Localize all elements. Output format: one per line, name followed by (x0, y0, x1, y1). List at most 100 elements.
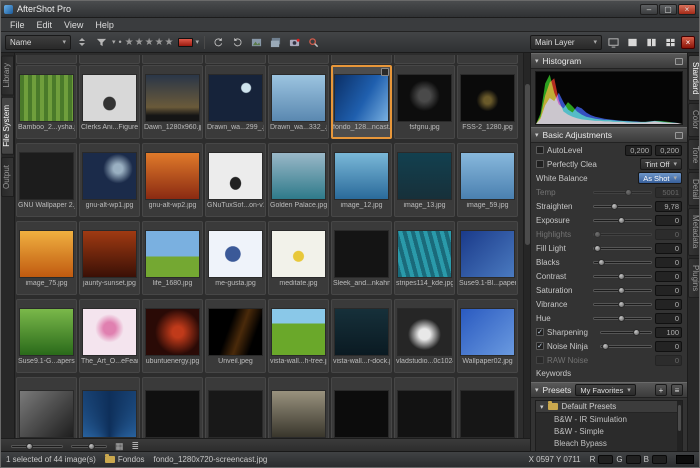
thumbnail-partial[interactable] (330, 375, 393, 438)
thumbnail-partial[interactable] (456, 375, 519, 438)
zoom-level-slider[interactable] (71, 445, 107, 448)
thumbnail-fondo-128-ncast-jpg[interactable]: fondo_128...ncast.jpg (330, 63, 393, 141)
minimize-button[interactable]: – (640, 4, 658, 15)
thumbnail-fsfgnu-jpg[interactable]: fsfgnu.jpg (393, 63, 456, 141)
value-box-vibrance[interactable]: 0 (655, 299, 682, 310)
tree-caret-icon[interactable]: ▾ (540, 403, 544, 411)
thumbnail-image-13-jpg[interactable]: image_13.jpg (393, 141, 456, 219)
thumbnail-suse9-1-bl-papers-jpg[interactable]: Suse9.1-Bl...papers.jpg (456, 219, 519, 297)
right-tab-tone[interactable]: Tone (688, 139, 700, 170)
maximize-button[interactable]: ▢ (659, 4, 677, 15)
right-tab-standard[interactable]: Standard (688, 55, 700, 101)
value-box-temp[interactable]: 5001 (655, 187, 682, 198)
value-box-noise-ninja[interactable]: 0 (655, 341, 682, 352)
layout-single-icon[interactable] (624, 35, 640, 50)
grid-scrollbar[interactable] (523, 53, 530, 438)
menu-item-help[interactable]: Help (89, 20, 120, 30)
value-box-blacks[interactable]: 0 (655, 257, 682, 268)
thumbnail-fss-2-1280-jpg[interactable]: FSS-2_1280.jpg (456, 63, 519, 141)
star-icon[interactable]: ★ (165, 37, 175, 48)
thumbnail-bamboo-2-ysha-jpg[interactable]: Bamboo_2...ysha.jpg (15, 63, 78, 141)
value-box-raw-noise[interactable]: 0 (655, 355, 682, 366)
slider-knob[interactable] (618, 301, 625, 308)
close-view-icon[interactable]: × (681, 36, 695, 49)
slider-knob[interactable] (594, 245, 601, 252)
preset-item-bleach-bypass[interactable]: Bleach Bypass (536, 437, 682, 449)
checkbox-noise-ninja[interactable]: ✓ (536, 342, 544, 350)
preset-folder-default[interactable]: ▾ Default Presets (536, 401, 682, 413)
left-tab-file-system[interactable]: File System (1, 97, 14, 155)
presets-favorites-dropdown[interactable]: My Favorites ▾ (575, 384, 635, 396)
slider-knob[interactable] (618, 273, 625, 280)
value-box-straighten[interactable]: 9,78 (655, 201, 682, 212)
histogram-header[interactable]: ▾ Histogram (531, 53, 687, 69)
layout-split-icon[interactable] (643, 35, 659, 50)
image-stack-icon[interactable] (267, 35, 283, 50)
menu-item-file[interactable]: File (4, 20, 31, 30)
value-box-exposure[interactable]: 0 (655, 215, 682, 226)
slider-hue[interactable] (593, 317, 652, 320)
slider-knob[interactable] (598, 259, 605, 266)
slider-knob[interactable] (618, 315, 625, 322)
presets-menu-button[interactable]: ≡ (671, 384, 683, 396)
preset-item-b-w-ir-simulation[interactable]: B&W - IR Simulation (536, 413, 682, 425)
thumbnail-vista-wall-r-dock-jpg[interactable]: vista-wall...r-dock.jpg (330, 297, 393, 375)
slider-saturation[interactable] (593, 289, 652, 292)
thumbnail-wallpaper02-jpg[interactable]: Wallpaper02.jpg (456, 297, 519, 375)
slider-exposure[interactable] (593, 219, 652, 222)
thumbnail-clerks-ani-figure-jpg[interactable]: Clerks Ani...Figure.jpg (78, 63, 141, 141)
star-icon[interactable]: ★ (125, 37, 135, 48)
slider-knob[interactable] (611, 203, 618, 210)
layout-grid-icon[interactable] (662, 35, 678, 50)
monitor-icon[interactable] (605, 35, 621, 50)
slideshow-icon[interactable] (248, 35, 264, 50)
value-box-saturation[interactable]: 0 (655, 285, 682, 296)
thumbnail-image-75-jpg[interactable]: image_75.jpg (15, 219, 78, 297)
thumbnail-meditate-jpg[interactable]: meditate.jpg (267, 219, 330, 297)
slider-highlights[interactable] (593, 233, 652, 236)
value-box-autolevel-high[interactable]: 0,200 (655, 145, 682, 156)
current-folder[interactable]: Fondos (105, 455, 145, 464)
slider-knob[interactable] (88, 443, 95, 450)
dropdown-perfectly-clear[interactable]: Tint Off▾ (640, 158, 682, 170)
thumbnail-stripes114-kde-jpg[interactable]: stripes114_kde.jpg (393, 219, 456, 297)
dropdown-white-balance[interactable]: As Shot▾ (638, 172, 682, 184)
color-chevron-down-icon[interactable]: ▾ (196, 38, 200, 46)
thumbnail-ubuntuenergy-jpg[interactable]: ubuntuenergy.jpg (141, 297, 204, 375)
thumbnail-dawn-1280x960-jpg[interactable]: Dawn_1280x960.jpg (141, 63, 204, 141)
pin-icon[interactable] (675, 132, 683, 139)
sort-direction-icon[interactable] (74, 35, 90, 50)
right-tab-metadata[interactable]: Metadata (688, 208, 700, 255)
sort-field-combo[interactable]: Name ▾ (5, 35, 71, 50)
thumbnail-gnutuxsof-on-v1-jpg[interactable]: GNuTuxSof...on-v1.jpg (204, 141, 267, 219)
presets-scrollbar[interactable] (677, 401, 682, 453)
keywords-row[interactable]: Keywords (531, 367, 687, 380)
menu-item-view[interactable]: View (58, 20, 89, 30)
thumbnail-image-12-jpg[interactable]: image_12.jpg (330, 141, 393, 219)
thumbnail-me-gusta-jpg[interactable]: me-gusta.jpg (204, 219, 267, 297)
slider-knob[interactable] (618, 287, 625, 294)
filter-funnel-icon[interactable] (93, 35, 109, 50)
slider-sharpening[interactable] (600, 331, 652, 334)
pin-icon[interactable] (675, 58, 683, 65)
thumbnail-life-1680-jpg[interactable]: life_1680.jpg (141, 219, 204, 297)
thumbnail-suse9-1-g-apers-jpg[interactable]: Suse9.1-G...apers.jpg (15, 297, 78, 375)
value-box-sharpening[interactable]: 100 (655, 327, 682, 338)
thumbnail-unveil-jpeg[interactable]: Unveil.jpeg (204, 297, 267, 375)
thumbnail-partial[interactable] (15, 375, 78, 438)
thumbnail-gnu-wallpaper-2-jpg[interactable]: GNU Wallpaper 2.jpg (15, 141, 78, 219)
add-preset-button[interactable]: + (655, 384, 667, 396)
slider-knob[interactable] (26, 443, 33, 450)
right-tab-color[interactable]: Color (688, 103, 700, 136)
presets-header[interactable]: ▾ Presets My Favorites ▾ + ≡ (531, 382, 687, 398)
thumbnail-size-slider[interactable] (11, 445, 63, 448)
preset-item-b-w-simple[interactable]: B&W - Simple (536, 425, 682, 437)
slider-noise-ninja[interactable] (600, 345, 652, 348)
thumbnail-drawn-wa-299-jpg[interactable]: Drawn_wa...299_.jpg (204, 63, 267, 141)
rotate-left-icon[interactable] (210, 35, 226, 50)
slider-fill-light[interactable] (593, 247, 652, 250)
basic-adjustments-header[interactable]: ▾ Basic Adjustments (531, 127, 687, 143)
zoom-icon[interactable] (305, 35, 321, 50)
left-tab-library[interactable]: Library (1, 55, 14, 95)
slider-knob[interactable] (633, 329, 640, 336)
